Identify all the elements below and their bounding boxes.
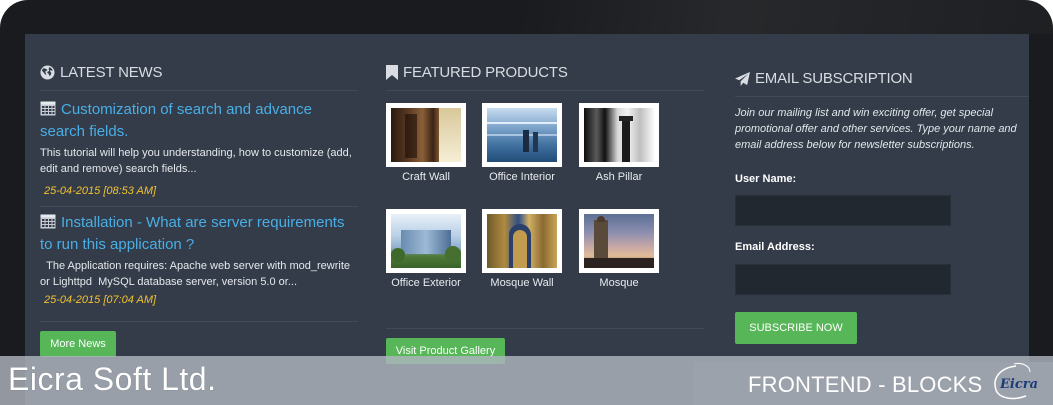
bookmark-icon (386, 65, 398, 80)
product-item[interactable]: Office Exterior (386, 209, 466, 289)
latest-news-heading: LATEST NEWS (40, 64, 358, 91)
news-item-date: 25-04-2015 [07:04 AM] (44, 294, 157, 306)
news-item-description: This tutorial will help you understandin… (40, 147, 352, 175)
email-intro-text: Join our mailing list and win exciting o… (735, 107, 1017, 151)
news-item-link[interactable]: Installation - What are server requireme… (40, 213, 358, 255)
product-thumbnail[interactable] (386, 209, 466, 273)
eicra-logo: Eicra (986, 362, 1044, 405)
divider (386, 328, 704, 329)
news-item: Installation - What are server requireme… (40, 213, 358, 322)
username-label: User Name: (735, 173, 797, 185)
product-item[interactable]: Craft Wall (386, 103, 466, 183)
logo-text: Eicra (999, 377, 1038, 392)
news-item: Customization of search and advance sear… (40, 100, 358, 207)
news-item-title: Installation - What are server requireme… (40, 214, 345, 253)
email-address-input[interactable] (735, 264, 951, 295)
featured-products-title: FEATURED PRODUCTS (403, 64, 568, 81)
product-item[interactable]: Mosque Wall (482, 209, 562, 289)
calendar-icon (40, 100, 56, 122)
product-label: Craft Wall (402, 171, 450, 183)
username-input[interactable] (735, 195, 951, 226)
latest-news-title: LATEST NEWS (60, 64, 163, 81)
email-address-label: Email Address: (735, 241, 815, 253)
email-subscription-title: EMAIL SUBSCRIPTION (755, 70, 913, 87)
news-item-description: The Application requires: Apache web ser… (40, 260, 354, 288)
product-thumbnail[interactable] (579, 209, 659, 273)
more-news-button[interactable]: More News (40, 331, 116, 357)
product-thumbnail[interactable] (482, 103, 562, 167)
footer-blocks-panel: LATEST NEWS Customization of search and … (25, 34, 1029, 405)
subscribe-now-button[interactable]: SUBSCRIBE NOW (735, 312, 857, 344)
brand-name: Eicra Soft Ltd. (8, 361, 217, 397)
globe-icon (40, 65, 55, 80)
product-label: Mosque (599, 277, 639, 289)
product-label: Ash Pillar (595, 171, 643, 183)
product-item[interactable]: Mosque (579, 209, 659, 289)
news-item-date: 25-04-2015 [08:53 AM] (44, 185, 157, 197)
featured-products-heading: FEATURED PRODUCTS (386, 64, 704, 91)
product-thumbnail[interactable] (579, 103, 659, 167)
banner-label: FRONTEND - BLOCKS (748, 372, 983, 397)
news-item-link[interactable]: Customization of search and advance sear… (40, 100, 358, 142)
paper-plane-icon (735, 71, 750, 86)
product-thumbnail[interactable] (386, 103, 466, 167)
news-item-title: Customization of search and advance sear… (40, 101, 312, 140)
product-thumbnail[interactable] (482, 209, 562, 273)
product-item[interactable]: Ash Pillar (579, 103, 659, 183)
frame-highlight (520, 0, 1053, 34)
product-label: Mosque Wall (490, 277, 554, 289)
email-subscription-heading: EMAIL SUBSCRIPTION (735, 70, 1029, 97)
product-label: Office Interior (489, 171, 555, 183)
product-label: Office Exterior (391, 277, 461, 289)
calendar-icon (40, 213, 56, 235)
product-item[interactable]: Office Interior (482, 103, 562, 183)
